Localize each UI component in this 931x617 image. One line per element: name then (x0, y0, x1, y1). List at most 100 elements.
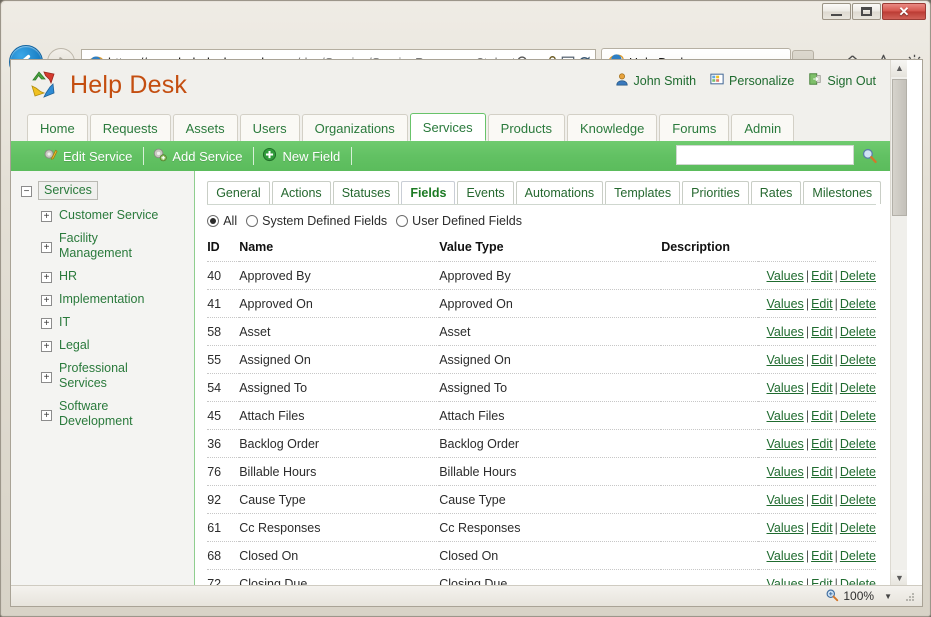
maximize-button[interactable] (852, 3, 881, 20)
delete-link[interactable]: Delete (840, 297, 876, 311)
edit-link[interactable]: Edit (811, 381, 833, 395)
radio-icon-system-defined[interactable] (246, 215, 259, 227)
delete-link[interactable]: Delete (840, 353, 876, 367)
column-header-name[interactable]: Name (239, 240, 440, 262)
main-tab-knowledge[interactable]: Knowledge (566, 114, 658, 141)
values-link[interactable]: Values (767, 437, 804, 451)
expand-icon[interactable]: + (41, 410, 52, 421)
minimize-button[interactable] (822, 3, 851, 20)
column-header-id[interactable]: ID (207, 240, 240, 262)
sidebar-item-label: Professional Services (59, 361, 128, 390)
values-link[interactable]: Values (767, 409, 804, 423)
sidebar-item-hr[interactable]: + HR (41, 269, 188, 284)
edit-link[interactable]: Edit (811, 549, 833, 563)
sidebar-item-professional-services[interactable]: + Professional Services (41, 361, 188, 391)
sidebar-item-customer-service[interactable]: + Customer Service (41, 208, 188, 223)
edit-link[interactable]: Edit (811, 269, 833, 283)
zoom-control[interactable]: 100% ▼ (825, 588, 896, 605)
radio-icon-all[interactable] (207, 215, 220, 227)
tab-statuses[interactable]: Statuses (332, 181, 400, 204)
expand-icon[interactable]: + (41, 242, 52, 253)
resize-grip-icon[interactable] (904, 590, 916, 602)
values-link[interactable]: Values (767, 381, 804, 395)
tab-rates[interactable]: Rates (750, 181, 802, 204)
expand-icon[interactable]: + (41, 372, 52, 383)
main-tab-services[interactable]: Services (409, 113, 486, 141)
sidebar-item-facility-management[interactable]: + Facility Management (41, 231, 188, 261)
main-tab-assets[interactable]: Assets (172, 114, 238, 141)
delete-link[interactable]: Delete (840, 465, 876, 479)
tab-priorities[interactable]: Priorities (682, 181, 749, 204)
delete-link[interactable]: Delete (840, 269, 876, 283)
delete-link[interactable]: Delete (840, 409, 876, 423)
sidebar-item-implementation[interactable]: + Implementation (41, 292, 188, 307)
values-link[interactable]: Values (767, 269, 804, 283)
tab-milestones[interactable]: Milestones (803, 181, 882, 204)
column-header-value-type[interactable]: Value Type (439, 240, 662, 262)
delete-link[interactable]: Delete (840, 493, 876, 507)
tab-automations[interactable]: Automations (515, 181, 604, 204)
expand-icon[interactable]: + (41, 295, 52, 306)
tab-actions[interactable]: Actions (271, 181, 331, 204)
page-scrollbar[interactable]: ▲ ▼ (890, 60, 907, 587)
tab-fields[interactable]: Fields (401, 181, 456, 204)
sidebar-item-legal[interactable]: + Legal (41, 338, 188, 353)
radio-option-user-defined[interactable]: User Defined Fields (396, 214, 522, 228)
personalize-link[interactable]: Personalize (729, 74, 794, 88)
edit-link[interactable]: Edit (811, 465, 833, 479)
values-link[interactable]: Values (767, 297, 804, 311)
expand-icon[interactable]: + (41, 211, 52, 222)
user-name-link[interactable]: John Smith (634, 74, 697, 88)
tab-general[interactable]: General (207, 181, 270, 204)
expand-icon[interactable]: + (41, 341, 52, 352)
sidebar-item-software-development[interactable]: + Software Development (41, 399, 188, 429)
cell-name: Backlog Order (239, 429, 440, 458)
search-magnifier-icon[interactable] (860, 146, 878, 164)
zoom-caret-icon[interactable]: ▼ (884, 592, 892, 601)
radio-option-all[interactable]: All (207, 214, 237, 228)
edit-service-button[interactable]: Edit Service (39, 147, 143, 165)
sign-out-link[interactable]: Sign Out (827, 74, 876, 88)
delete-link[interactable]: Delete (840, 549, 876, 563)
edit-link[interactable]: Edit (811, 493, 833, 507)
delete-link[interactable]: Delete (840, 381, 876, 395)
scroll-up-button[interactable]: ▲ (891, 60, 907, 77)
edit-link[interactable]: Edit (811, 353, 833, 367)
column-header-description[interactable]: Description (661, 240, 758, 262)
main-tab-home[interactable]: Home (27, 114, 88, 141)
sidebar-item-it[interactable]: + IT (41, 315, 188, 330)
main-tab-products[interactable]: Products (487, 114, 565, 141)
edit-link[interactable]: Edit (811, 437, 833, 451)
radio-option-system-defined[interactable]: System Defined Fields (246, 214, 387, 228)
expand-icon[interactable]: + (41, 272, 52, 283)
edit-link[interactable]: Edit (811, 297, 833, 311)
main-tab-organizations[interactable]: Organizations (301, 114, 408, 141)
edit-link[interactable]: Edit (811, 325, 833, 339)
values-link[interactable]: Values (767, 549, 804, 563)
collapse-icon[interactable]: − (21, 186, 32, 197)
expand-icon[interactable]: + (41, 318, 52, 329)
delete-link[interactable]: Delete (840, 325, 876, 339)
add-service-button[interactable]: Add Service (144, 147, 253, 165)
main-tab-admin[interactable]: Admin (731, 114, 795, 141)
edit-link[interactable]: Edit (811, 521, 833, 535)
edit-link[interactable]: Edit (811, 409, 833, 423)
tab-templates[interactable]: Templates (605, 181, 681, 204)
search-input[interactable] (676, 145, 854, 165)
values-link[interactable]: Values (767, 325, 804, 339)
radio-icon-user-defined[interactable] (396, 215, 409, 227)
tab-events[interactable]: Events (457, 181, 514, 204)
main-tab-requests[interactable]: Requests (89, 114, 171, 141)
scrollbar-thumb[interactable] (892, 79, 907, 216)
sidebar-item-services[interactable]: − Services (21, 181, 188, 200)
delete-link[interactable]: Delete (840, 521, 876, 535)
main-tab-forums[interactable]: Forums (659, 114, 730, 141)
values-link[interactable]: Values (767, 521, 804, 535)
values-link[interactable]: Values (767, 353, 804, 367)
close-button[interactable]: ✕ (882, 3, 926, 20)
new-field-button[interactable]: New Field (254, 147, 351, 165)
values-link[interactable]: Values (767, 493, 804, 507)
main-tab-users[interactable]: Users (239, 114, 300, 141)
values-link[interactable]: Values (767, 465, 804, 479)
delete-link[interactable]: Delete (840, 437, 876, 451)
